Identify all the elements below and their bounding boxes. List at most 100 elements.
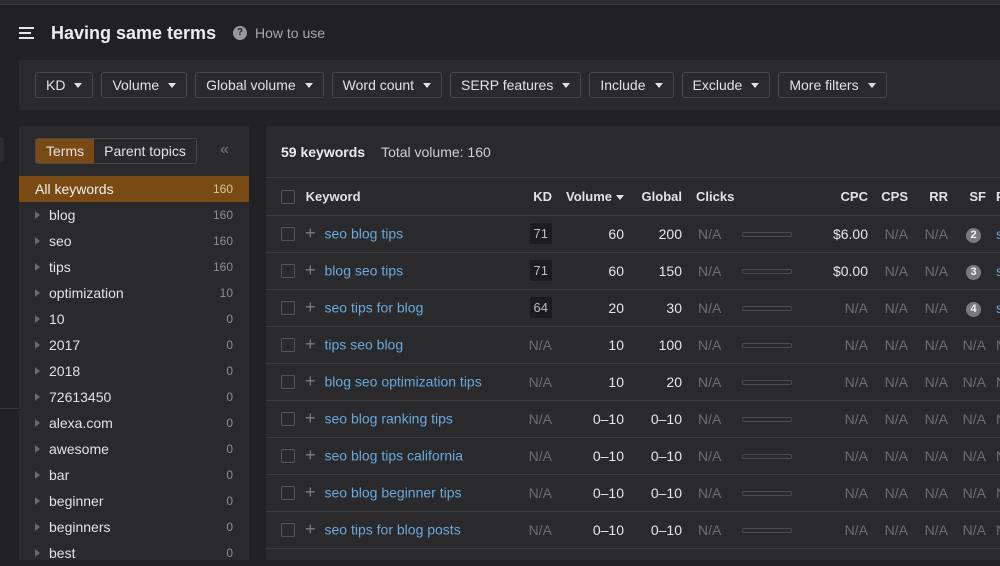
term-item[interactable]: beginner 0	[19, 488, 249, 514]
add-keyword-icon[interactable]: +	[305, 334, 316, 354]
left-panel-edge[interactable]	[0, 137, 4, 162]
hamburger-menu-icon[interactable]	[19, 27, 35, 40]
help-icon: ?	[233, 26, 247, 40]
filter-word-count-button[interactable]: Word count	[331, 72, 442, 98]
keyword-link[interactable]: blog seo tips	[325, 263, 404, 279]
term-item[interactable]: seo 160	[19, 228, 249, 254]
expand-arrow-icon[interactable]	[35, 237, 40, 245]
term-item[interactable]: 72613450 0	[19, 384, 249, 410]
tab-terms[interactable]: Terms	[36, 139, 95, 163]
expand-arrow-icon[interactable]	[35, 445, 40, 453]
add-keyword-icon[interactable]: +	[305, 223, 316, 243]
column-header-cpc[interactable]: CPC	[812, 178, 874, 215]
row-checkbox[interactable]	[281, 374, 295, 389]
global-volume-value: 0–10	[650, 410, 682, 427]
how-to-use-link[interactable]: ? How to use	[233, 25, 325, 41]
add-keyword-icon[interactable]: +	[305, 445, 316, 465]
cpc-value: N/A	[844, 521, 868, 538]
row-checkbox[interactable]	[281, 411, 295, 426]
add-keyword-icon[interactable]: +	[305, 297, 316, 317]
expand-arrow-icon[interactable]	[35, 549, 40, 557]
term-item[interactable]: All keywords 160	[19, 176, 249, 202]
column-header-rr[interactable]: RR	[914, 178, 954, 215]
serp-features-badge[interactable]: 2	[966, 227, 981, 243]
term-item[interactable]: optimization 10	[19, 280, 249, 306]
term-item[interactable]: 2018 0	[19, 358, 249, 384]
filter-exclude-button[interactable]: Exclude	[681, 72, 771, 98]
column-header-global[interactable]: Global	[630, 178, 688, 215]
expand-arrow-icon[interactable]	[35, 263, 40, 271]
keyword-link[interactable]: blog seo optimization tips	[325, 374, 482, 390]
keyword-link[interactable]: seo blog tips	[325, 226, 404, 242]
keyword-link[interactable]: seo blog beginner tips	[325, 485, 462, 501]
sf-value: N/A	[962, 521, 986, 538]
clicks-value: N/A	[698, 484, 722, 501]
add-keyword-icon[interactable]: +	[305, 260, 316, 280]
column-header-volume[interactable]: Volume	[558, 178, 630, 215]
select-all-checkbox[interactable]	[281, 189, 295, 204]
add-keyword-icon[interactable]: +	[305, 371, 316, 391]
filter-more-filters-button[interactable]: More filters	[778, 72, 887, 98]
filter-kd-button[interactable]: KD	[35, 72, 94, 98]
expand-arrow-icon[interactable]	[35, 497, 40, 505]
row-checkbox[interactable]	[281, 300, 295, 315]
row-checkbox[interactable]	[281, 337, 295, 352]
table-row: + seo blog ranking tips N/A 0–10 0–10 N/A N/A N…	[266, 400, 1000, 437]
term-item[interactable]: 10 0	[19, 306, 249, 332]
expand-arrow-icon[interactable]	[35, 393, 40, 401]
terms-list: All keywords 160 blog 160 seo 160 tips 160 optim…	[19, 176, 249, 566]
collapse-sidebar-icon[interactable]: «	[220, 141, 229, 159]
column-header-clicks[interactable]: Clicks	[688, 178, 738, 215]
expand-arrow-icon[interactable]	[35, 419, 40, 427]
cpc-value: N/A	[844, 299, 868, 316]
term-item[interactable]: beginners 0	[19, 514, 249, 540]
volume-value: 0–10	[592, 484, 624, 501]
column-header-keyword[interactable]: Keyword	[306, 189, 361, 204]
term-item[interactable]: best 0	[19, 540, 249, 566]
parent-topic[interactable]: se	[996, 226, 1000, 242]
term-item[interactable]: blog 160	[19, 202, 249, 228]
filter-include-button[interactable]: Include	[589, 72, 674, 98]
row-checkbox[interactable]	[281, 263, 295, 278]
expand-arrow-icon[interactable]	[35, 289, 40, 297]
term-name: beginners	[49, 519, 111, 535]
filter-global-volume-button[interactable]: Global volume	[195, 72, 324, 98]
expand-arrow-icon[interactable]	[35, 367, 40, 375]
term-item[interactable]: awesome 0	[19, 436, 249, 462]
keyword-link[interactable]: seo blog tips california	[325, 448, 464, 464]
term-item[interactable]: tips 160	[19, 254, 249, 280]
term-item[interactable]: alexa.com 0	[19, 410, 249, 436]
column-header-parent-topic[interactable]: PA	[992, 178, 1000, 215]
parent-topic[interactable]: se	[996, 263, 1000, 279]
row-checkbox[interactable]	[281, 448, 295, 463]
add-keyword-icon[interactable]: +	[305, 519, 316, 539]
column-header-kd[interactable]: KD	[514, 178, 558, 215]
row-checkbox[interactable]	[281, 485, 295, 500]
keyword-link[interactable]: seo tips for blog posts	[325, 522, 461, 538]
expand-arrow-icon[interactable]	[35, 315, 40, 323]
add-keyword-icon[interactable]: +	[305, 408, 316, 428]
add-keyword-icon[interactable]: +	[305, 482, 316, 502]
filter-serp-features-button[interactable]: SERP features	[450, 72, 582, 98]
column-header-cps[interactable]: CPS	[874, 178, 914, 215]
parent-topic[interactable]: se	[996, 300, 1000, 316]
keyword-link[interactable]: seo tips for blog	[325, 300, 424, 316]
row-checkbox[interactable]	[281, 226, 295, 241]
keyword-link[interactable]: seo blog ranking tips	[325, 411, 453, 427]
row-checkbox[interactable]	[281, 522, 295, 537]
filter-volume-button[interactable]: Volume	[101, 72, 188, 98]
clicks-value: N/A	[698, 521, 722, 538]
serp-features-badge[interactable]: 3	[966, 264, 981, 280]
term-name: seo	[49, 233, 72, 249]
expand-arrow-icon[interactable]	[35, 211, 40, 219]
term-item[interactable]: 2017 0	[19, 332, 249, 358]
expand-arrow-icon[interactable]	[35, 471, 40, 479]
column-header-sf[interactable]: SF	[954, 178, 992, 215]
expand-arrow-icon[interactable]	[35, 523, 40, 531]
global-volume-value: 20	[666, 373, 682, 390]
tab-parent-topics[interactable]: Parent topics	[94, 139, 196, 163]
expand-arrow-icon[interactable]	[35, 341, 40, 349]
serp-features-badge[interactable]: 4	[966, 301, 981, 317]
term-item[interactable]: bar 0	[19, 462, 249, 488]
keyword-link[interactable]: tips seo blog	[325, 337, 404, 353]
